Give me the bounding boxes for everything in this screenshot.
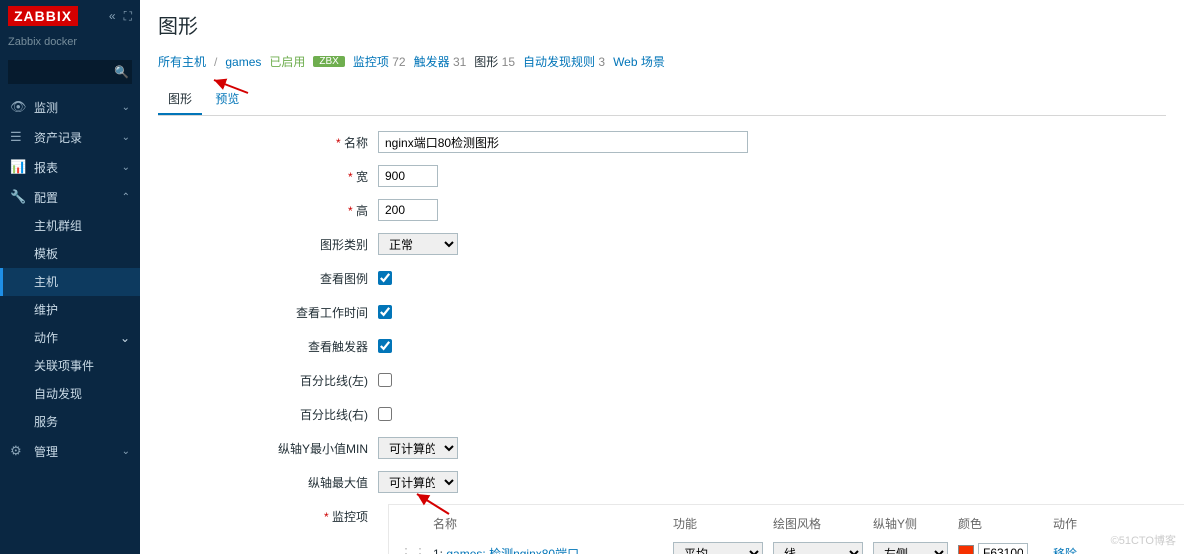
label-ymin: 纵轴Y最小值MIN	[158, 440, 378, 457]
chart-icon: 📊	[10, 159, 28, 175]
label-pct-left: 百分比线(左)	[158, 372, 378, 389]
col-side: 纵轴Y侧	[873, 515, 948, 532]
label-items: 监控项	[158, 504, 378, 525]
list-icon: ☰	[10, 129, 28, 145]
crumb-host[interactable]: games	[225, 55, 261, 69]
input-color[interactable]	[978, 543, 1028, 554]
search-input[interactable]	[14, 65, 114, 80]
eye-icon: 👁	[10, 99, 28, 115]
remove-link[interactable]: 移除	[1053, 545, 1113, 554]
subnav-actions[interactable]: 动作 ⌄	[0, 324, 140, 352]
subnav-hosts[interactable]: 主机	[0, 268, 140, 296]
col-name: 名称	[433, 515, 663, 532]
check-pct-left[interactable]	[378, 373, 392, 387]
crumb-discovery[interactable]: 自动发现规则	[523, 55, 595, 69]
subnav-services[interactable]: 服务	[0, 408, 140, 436]
zbx-badge: ZBX	[313, 56, 344, 67]
nav-label: 监测	[28, 99, 122, 116]
label-height: 高	[158, 202, 378, 219]
nav-monitoring[interactable]: 👁 监测 ⌄	[0, 92, 140, 122]
label-legend: 查看图例	[158, 270, 378, 287]
search-box[interactable]: 🔍	[8, 60, 132, 84]
select-func[interactable]: 平均	[673, 542, 763, 554]
nav-inventory[interactable]: ☰ 资产记录 ⌄	[0, 122, 140, 152]
subnav-maintenance[interactable]: 维护	[0, 296, 140, 324]
check-pct-right[interactable]	[378, 407, 392, 421]
crumb-triggers[interactable]: 触发器	[414, 55, 450, 69]
tab-graph[interactable]: 图形	[158, 84, 202, 115]
subnav-host-groups[interactable]: 主机群组	[0, 212, 140, 240]
label-gtype: 图形类别	[158, 236, 378, 253]
nav-admin[interactable]: ⚙ 管理 ⌄	[0, 436, 140, 466]
sidebar-fullscreen-icon[interactable]: ⛶	[124, 9, 132, 24]
check-worktime[interactable]	[378, 305, 392, 319]
label-pct-right: 百分比线(右)	[158, 406, 378, 423]
item-row: ⋮⋮ 1: games: 检测nginx80端口 平均 线 左侧 移除	[399, 542, 1177, 554]
nav-label: 报表	[28, 159, 122, 176]
sidebar-collapse-icon[interactable]: «	[109, 9, 116, 24]
subnav-discovery[interactable]: 自动发现	[0, 380, 140, 408]
chevron-down-icon: ⌄	[122, 446, 130, 457]
col-action: 动作	[1053, 515, 1113, 532]
chevron-down-icon: ⌄	[122, 132, 130, 143]
label-width: 宽	[158, 168, 378, 185]
col-color: 颜色	[958, 515, 1043, 532]
nav-label: 管理	[28, 443, 122, 460]
page-title: 图形	[158, 10, 1166, 39]
nav-label: 资产记录	[28, 129, 122, 146]
nav-configuration[interactable]: 🔧 配置 ⌃	[0, 182, 140, 212]
search-icon[interactable]: 🔍	[114, 65, 129, 79]
chevron-up-icon: ⌃	[122, 192, 130, 203]
breadcrumb: 所有主机 / games 已启用 ZBX 监控项 72 触发器 31 图形 15…	[158, 53, 1166, 70]
input-height[interactable]	[378, 199, 438, 221]
nav-reports[interactable]: 📊 报表 ⌄	[0, 152, 140, 182]
item-link[interactable]: 1: games: 检测nginx80端口	[433, 545, 663, 554]
col-func: 功能	[673, 515, 763, 532]
crumb-all-hosts[interactable]: 所有主机	[158, 53, 206, 70]
color-swatch[interactable]	[958, 545, 974, 554]
watermark: ©51CTO博客	[1111, 532, 1176, 548]
select-draw[interactable]: 线	[773, 542, 863, 554]
subnav-correlation[interactable]: 关联项事件	[0, 352, 140, 380]
chevron-down-icon: ⌄	[122, 102, 130, 113]
crumb-items[interactable]: 监控项	[353, 55, 389, 69]
status-enabled: 已启用	[269, 53, 305, 70]
label-name: 名称	[158, 134, 378, 151]
label-triggers: 查看触发器	[158, 338, 378, 355]
tab-preview[interactable]: 预览	[205, 84, 249, 113]
input-name[interactable]	[378, 131, 748, 153]
check-legend[interactable]	[378, 271, 392, 285]
subnav-templates[interactable]: 模板	[0, 240, 140, 268]
label-worktime: 查看工作时间	[158, 304, 378, 321]
select-ymax[interactable]: 可计算的	[378, 471, 458, 493]
select-ymin[interactable]: 可计算的	[378, 437, 458, 459]
server-name: Zabbix docker	[0, 32, 140, 52]
wrench-icon: 🔧	[10, 189, 28, 205]
drag-handle-icon[interactable]: ⋮⋮	[399, 545, 423, 554]
gear-icon: ⚙	[10, 443, 28, 459]
chevron-down-icon: ⌄	[122, 162, 130, 173]
chevron-down-icon: ⌄	[120, 324, 130, 352]
select-side[interactable]: 左侧	[873, 542, 948, 554]
check-triggers[interactable]	[378, 339, 392, 353]
zabbix-logo: ZABBIX	[8, 6, 78, 26]
crumb-graphs[interactable]: 图形	[474, 55, 498, 69]
col-draw: 绘图风格	[773, 515, 863, 532]
select-gtype[interactable]: 正常	[378, 233, 458, 255]
input-width[interactable]	[378, 165, 438, 187]
nav-label: 配置	[28, 189, 122, 206]
label-ymax: 纵轴最大值	[158, 474, 378, 491]
crumb-web[interactable]: Web 场景	[613, 53, 665, 70]
